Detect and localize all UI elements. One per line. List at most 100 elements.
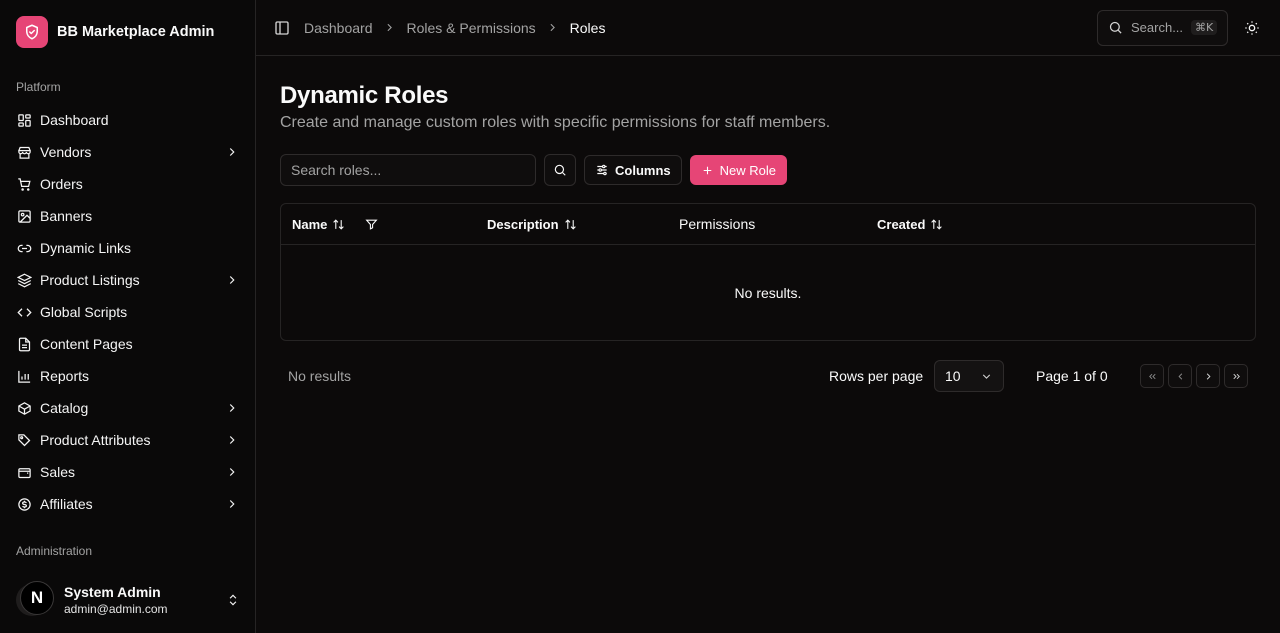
previous-page-button[interactable]: [1168, 364, 1192, 388]
chevron-right-icon: [546, 21, 560, 35]
avatar-letter: N: [20, 581, 54, 615]
search-submit-button[interactable]: [544, 154, 576, 186]
sidebar-item-label: Catalog: [40, 400, 89, 416]
sidebar-item-content-pages[interactable]: Content Pages: [8, 328, 248, 360]
next-page-button[interactable]: [1196, 364, 1220, 388]
chevron-right-icon: [224, 272, 240, 288]
roles-table: Name Description Permissions Created No …: [280, 203, 1256, 341]
sidebar-item-dashboard[interactable]: Dashboard: [8, 104, 248, 136]
brand-name: BB Marketplace Admin: [57, 24, 215, 40]
search-icon: [553, 163, 567, 177]
filter-icon: [365, 218, 378, 231]
sun-icon[interactable]: [1240, 16, 1264, 40]
dollar-circle-icon: [16, 496, 32, 512]
group-label-platform: Platform: [16, 80, 61, 94]
columns-button[interactable]: Columns: [584, 155, 682, 185]
rows-per-page-value: 10: [945, 368, 961, 384]
shortcut-badge: ⌘K: [1191, 20, 1218, 35]
chevron-right-icon: [383, 21, 397, 35]
breadcrumb: Dashboard Roles & Permissions Roles: [304, 20, 605, 36]
page-info: Page 1 of 0: [1036, 368, 1108, 384]
column-label: Created: [877, 216, 926, 232]
user-info: System Admin admin@admin.com: [64, 583, 218, 617]
column-header-name[interactable]: Name: [292, 217, 345, 232]
sidebar-item-label: Orders: [40, 176, 83, 192]
link-icon: [16, 240, 32, 256]
global-search-label: Search...: [1131, 20, 1184, 35]
chevrons-up-down-icon: [226, 593, 240, 607]
bar-chart-icon: [16, 368, 32, 384]
avatar: N: [16, 581, 54, 616]
group-label-administration: Administration: [16, 544, 93, 558]
column-header-permissions: Permissions: [679, 216, 755, 232]
sidebar: BB Marketplace Admin Platform Dashboard …: [0, 0, 256, 633]
breadcrumb-roles: Roles: [569, 19, 606, 36]
sidebar-nav: Dashboard Vendors Orders Banners Dynamic…: [8, 104, 248, 520]
global-search-button[interactable]: Search... ⌘K: [1097, 9, 1228, 46]
column-header-created[interactable]: Created: [877, 217, 943, 232]
sidebar-item-reports[interactable]: Reports: [8, 360, 248, 392]
rows-per-page-select[interactable]: 10: [934, 360, 1004, 392]
first-page-button[interactable]: [1140, 364, 1164, 388]
sidebar-item-label: Vendors: [40, 144, 92, 160]
sidebar-item-dynamic-links[interactable]: Dynamic Links: [8, 232, 248, 264]
filter-button[interactable]: [365, 218, 378, 231]
new-role-button[interactable]: New Role: [689, 155, 787, 185]
sidebar-item-label: Product Attributes: [40, 432, 151, 448]
sidebar-item-product-listings[interactable]: Product Listings: [8, 264, 248, 296]
sidebar-item-affiliates[interactable]: Affiliates: [8, 488, 248, 520]
sidebar-toggle-icon[interactable]: [272, 18, 292, 38]
brand[interactable]: BB Marketplace Admin: [16, 16, 214, 48]
chevron-right-icon: [224, 496, 240, 512]
sidebar-item-label: Dynamic Links: [40, 240, 132, 256]
sidebar-item-catalog[interactable]: Catalog: [8, 392, 248, 424]
column-label: Name: [292, 216, 328, 232]
search-icon: [1108, 20, 1123, 35]
chevrons-left-icon: [1147, 371, 1158, 382]
user-menu[interactable]: N System Admin admin@admin.com: [16, 578, 240, 622]
breadcrumb-dashboard[interactable]: Dashboard: [304, 20, 373, 36]
sort-icon: [332, 218, 345, 231]
user-name: System Admin: [64, 584, 161, 600]
sliders-icon: [595, 163, 609, 177]
chevron-right-icon: [224, 432, 240, 448]
last-page-button[interactable]: [1224, 364, 1248, 388]
sidebar-item-orders[interactable]: Orders: [8, 168, 248, 200]
shield-icon: [16, 16, 48, 48]
columns-label: Columns: [615, 162, 671, 178]
topbar: Dashboard Roles & Permissions Roles Sear…: [256, 0, 1280, 56]
sidebar-item-product-attributes[interactable]: Product Attributes: [8, 424, 248, 456]
cart-icon: [16, 176, 32, 192]
sidebar-item-label: Affiliates: [40, 496, 93, 512]
search-roles-input[interactable]: [280, 154, 536, 186]
page-title: Dynamic Roles: [280, 82, 449, 109]
store-icon: [16, 144, 32, 160]
topbar-actions: Search... ⌘K: [1097, 9, 1264, 46]
sidebar-item-vendors[interactable]: Vendors: [8, 136, 248, 168]
breadcrumb-roles-permissions[interactable]: Roles & Permissions: [407, 20, 536, 36]
wallet-icon: [16, 464, 32, 480]
layers-icon: [16, 272, 32, 288]
table-header: Name Description Permissions Created: [281, 204, 1255, 245]
code-icon: [16, 304, 32, 320]
column-label: Permissions: [679, 216, 756, 232]
column-header-description[interactable]: Description: [487, 217, 577, 232]
sort-icon: [564, 218, 577, 231]
table-footer: No results Rows per page 10 Page 1 of 0: [280, 360, 1256, 392]
chevron-right-icon: [224, 464, 240, 480]
sidebar-item-label: Banners: [40, 208, 93, 224]
pagination: [1140, 364, 1248, 388]
sidebar-item-banners[interactable]: Banners: [8, 200, 248, 232]
new-role-label: New Role: [719, 162, 776, 178]
chevron-right-icon: [224, 400, 240, 416]
sidebar-item-label: Global Scripts: [40, 304, 128, 320]
chevrons-right-icon: [1231, 371, 1242, 382]
sidebar-item-label: Content Pages: [40, 336, 133, 352]
sidebar-item-global-scripts[interactable]: Global Scripts: [8, 296, 248, 328]
sidebar-item-label: Reports: [40, 368, 90, 384]
sidebar-item-sales[interactable]: Sales: [8, 456, 248, 488]
chevron-right-icon: [224, 144, 240, 160]
sidebar-item-label: Dashboard: [40, 112, 109, 128]
user-email: admin@admin.com: [64, 602, 168, 616]
chevron-right-icon: [1203, 371, 1214, 382]
